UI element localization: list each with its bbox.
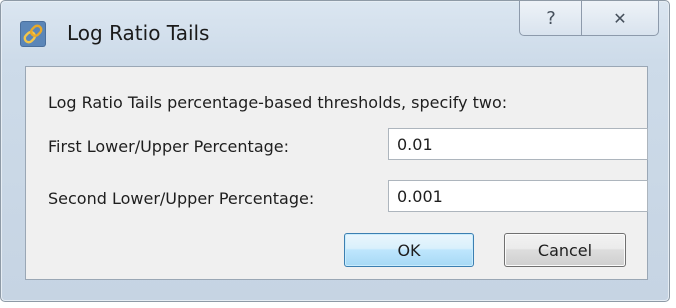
close-button[interactable]: ✕ [581,1,659,36]
chain-link-icon [19,20,47,48]
caption-buttons: ? ✕ [519,1,659,37]
description-text: Log Ratio Tails percentage-based thresho… [48,93,508,112]
dialog-content: Log Ratio Tails percentage-based thresho… [25,66,648,280]
title-bar[interactable]: Log Ratio Tails ? ✕ [1,1,669,67]
ok-button-label: OK [397,240,421,260]
second-percentage-input[interactable] [388,180,648,212]
ok-button[interactable]: OK [344,233,474,267]
close-icon: ✕ [613,8,627,28]
help-button[interactable]: ? [519,1,583,36]
second-percentage-label: Second Lower/Upper Percentage: [48,189,315,208]
help-icon: ? [546,7,556,29]
window-title: Log Ratio Tails [67,21,210,45]
cancel-button[interactable]: Cancel [504,233,626,267]
dialog-window: Log Ratio Tails ? ✕ Log Ratio Tails perc… [0,0,670,302]
first-percentage-input[interactable] [388,128,648,160]
first-percentage-label: First Lower/Upper Percentage: [48,137,290,156]
cancel-button-label: Cancel [537,240,593,260]
